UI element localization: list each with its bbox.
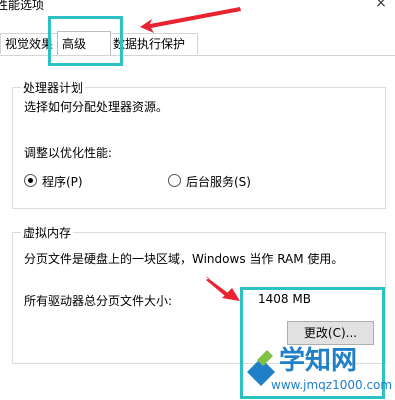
watermark-brand: 学知网 bbox=[279, 346, 358, 376]
watermark-logo: 学知网 www.jmqz1000.com bbox=[243, 340, 395, 399]
arrow-to-advanced-tab bbox=[140, 7, 241, 33]
watermark-url: www.jmqz1000.com bbox=[271, 378, 393, 392]
